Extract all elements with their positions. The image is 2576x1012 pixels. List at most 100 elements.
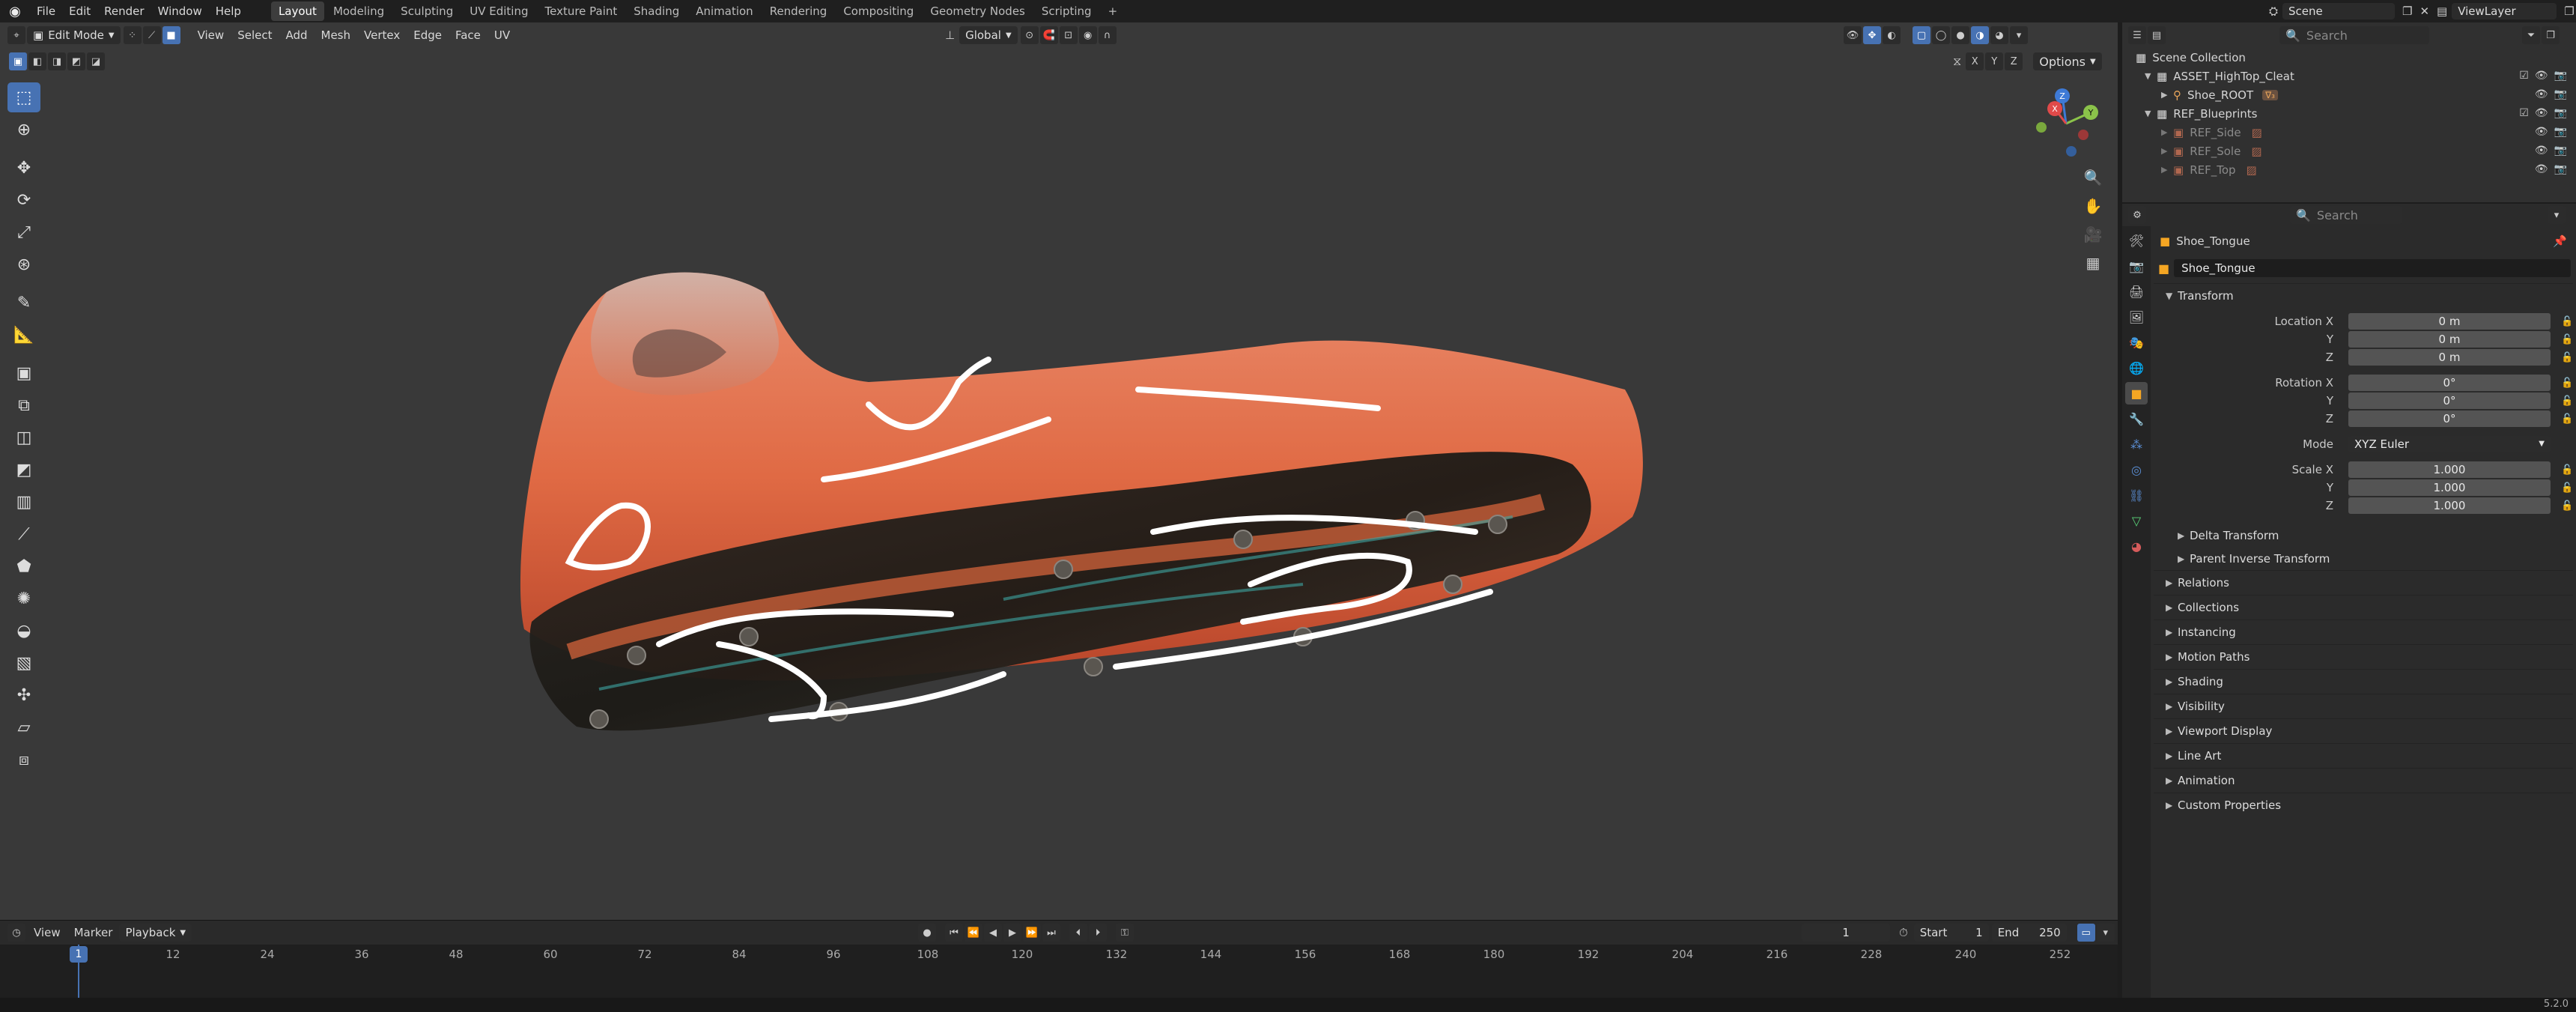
outliner-item-asset-collection[interactable]: ▼ ▦ ASSET_HighTop_Cleat ☑ 👁 📷 [2122,67,2576,85]
select-intersect-icon[interactable]: ◪ [87,52,105,70]
spin-tool-icon[interactable]: ✺ [7,584,40,613]
menu-face[interactable]: Face [449,28,487,42]
rip-region-tool-icon[interactable]: ⧈ [7,745,40,775]
shading-options-icon[interactable]: ▾ [2010,26,2028,44]
copy-scene-icon[interactable]: ❐ [2402,4,2412,18]
snap-icon[interactable]: 🧲 [1039,26,1058,44]
auto-keying-icon[interactable]: ● [918,924,936,942]
menu-render[interactable]: Render [97,4,151,18]
properties-editor-type-icon[interactable]: ⚙ [2128,206,2146,224]
shoe-mesh[interactable] [479,247,1647,772]
visibility-icon[interactable]: 👁 [1844,26,1862,44]
timeline-editor-type-icon[interactable]: ◷ [7,924,25,942]
proportional-edit-icon[interactable]: ◉ [1078,26,1097,44]
menu-view[interactable]: View [191,28,231,42]
options-dropdown[interactable]: Options ▼ [2033,52,2102,70]
select-subtract-icon[interactable]: ◨ [48,52,66,70]
timeline-menu-view[interactable]: View [27,926,67,939]
play-icon[interactable]: ▶ [1003,924,1021,942]
outliner-editor-type-icon[interactable]: ☰ [2128,26,2146,44]
tab-layout[interactable]: Layout [270,1,324,21]
eye-icon[interactable]: 👁 [2535,88,2548,100]
menu-help[interactable]: Help [209,4,248,18]
transform-panel-header[interactable]: ▼ Transform [2154,283,2573,308]
inset-tool-icon[interactable]: ◫ [7,422,40,452]
lock-icon[interactable]: 🔓 [2561,352,2573,363]
expand-chevron-icon[interactable]: ▶ [2161,165,2173,175]
rotate-tool-icon[interactable]: ⟳ [7,185,40,215]
knife-tool-icon[interactable]: ⟋ [7,519,40,549]
tool-tab-icon[interactable]: 🛠 [2125,229,2148,252]
tab-animation[interactable]: Animation [688,1,760,21]
scale-z-field[interactable]: 1.000 [2348,497,2551,514]
add-cube-tool-icon[interactable]: ▣ [7,358,40,388]
lock-icon[interactable]: 🔓 [2561,464,2573,476]
wireframe-shading-icon[interactable]: ◯ [1932,26,1950,44]
blender-logo-icon[interactable]: ◉ [0,4,30,19]
new-collection-icon[interactable]: ❐ [2542,26,2560,44]
tab-compositing[interactable]: Compositing [836,1,921,21]
lock-icon[interactable]: 🔓 [2561,500,2573,512]
perspective-grid-icon[interactable]: ▦ [2080,250,2106,276]
constraints-tab-icon[interactable]: ⛓ [2125,484,2148,506]
move-tool-icon[interactable]: ✥ [7,153,40,183]
face-select-icon[interactable]: ■ [162,26,180,44]
jump-start-icon[interactable]: ⏮ [945,924,963,942]
expand-chevron-icon[interactable]: ▶ [2161,127,2173,137]
smooth-tool-icon[interactable]: ◒ [7,616,40,646]
select-box-tool-icon[interactable]: ⬚ [7,82,40,112]
menu-select[interactable]: Select [231,28,279,42]
bevel-tool-icon[interactable]: ◩ [7,455,40,485]
section-collections[interactable]: ▶ Collections [2154,595,2573,619]
eye-icon[interactable]: 👁 [2535,70,2548,82]
outliner-item-ref-top[interactable]: ▶ ▣ REF_Top ▨ 👁 📷 [2122,160,2576,179]
solid-shading-icon[interactable]: ● [1951,26,1969,44]
lock-icon[interactable]: 🔓 [2561,316,2573,327]
annotate-tool-icon[interactable]: ✎ [7,288,40,318]
next-keyframe-icon[interactable]: ⏩ [1023,924,1041,942]
tab-geometry-nodes[interactable]: Geometry Nodes [923,1,1033,21]
object-name-input[interactable]: Shoe_Tongue [2174,259,2572,277]
mirror-z-button[interactable]: Z [2005,52,2023,70]
render-tab-icon[interactable]: 📷 [2125,255,2148,277]
tab-shading[interactable]: Shading [626,1,687,21]
eye-icon[interactable]: 👁 [2535,163,2548,175]
camera-icon[interactable]: 📷 [2554,163,2567,175]
particles-tab-icon[interactable]: ⁂ [2125,433,2148,455]
camera-icon[interactable]: 📷 [2554,107,2567,119]
playhead-frame[interactable]: 1 [70,946,88,963]
tab-scripting[interactable]: Scripting [1034,1,1099,21]
location-z-field[interactable]: 0 m [2348,349,2551,366]
current-frame-field[interactable]: 1 [1802,924,1890,942]
shrink-fatten-tool-icon[interactable]: ✣ [7,680,40,710]
copy-viewlayer-icon[interactable]: ❐ [2564,4,2574,18]
checkbox-icon[interactable]: ☑ [2519,70,2529,82]
pin-icon[interactable]: 📌 [2553,234,2567,248]
measure-tool-icon[interactable]: 📐 [7,320,40,350]
outliner-item-ref-side[interactable]: ▶ ▣ REF_Side ▨ 👁 📷 [2122,123,2576,142]
timeline-view-icon[interactable]: ▭ [2077,924,2095,942]
start-frame-field[interactable]: Start 1 [1913,924,1989,942]
lock-icon[interactable]: 🔓 [2561,396,2573,407]
filter-icon[interactable]: ⏷ [2522,26,2540,44]
section-shading[interactable]: ▶ Shading [2154,669,2573,694]
lock-icon[interactable]: 🔓 [2561,334,2573,345]
lock-icon[interactable]: 🔓 [2561,482,2573,494]
rotation-x-field[interactable]: 0° [2348,375,2551,391]
scene-field[interactable]: Scene [2282,3,2396,19]
timeline-menu-marker[interactable]: Marker [67,926,120,939]
outliner-item-ref-sole[interactable]: ▶ ▣ REF_Sole ▨ 👁 📷 [2122,142,2576,160]
camera-icon[interactable]: 📷 [2554,126,2567,138]
lock-icon[interactable]: 🔓 [2561,413,2573,425]
modifier-tab-icon[interactable]: 🔧 [2125,407,2148,430]
3d-viewport[interactable]: ⌖ ▣ Edit Mode ▼ ⁘ ⟋ ■ View Select Add Mesh… [0,22,2118,920]
camera-icon[interactable]: 📷 [2554,70,2567,82]
select-new-icon[interactable]: ▣ [9,52,27,70]
add-workspace-button[interactable]: + [1101,1,1126,21]
frame-ruler[interactable]: 1 12 24 36 48 60 72 84 96 108 120 132 144 156 168 180 19… [0,945,2118,999]
rotation-mode-dropdown[interactable]: XYZ Euler ▼ [2348,436,2551,452]
pan-hand-icon[interactable]: ✋ [2080,193,2106,219]
outliner-item-ref-collection[interactable]: ▼ ▦ REF_Blueprints ☑ 👁 📷 [2122,104,2576,123]
rotation-y-field[interactable]: 0° [2348,393,2551,409]
tab-modeling[interactable]: Modeling [326,1,392,21]
